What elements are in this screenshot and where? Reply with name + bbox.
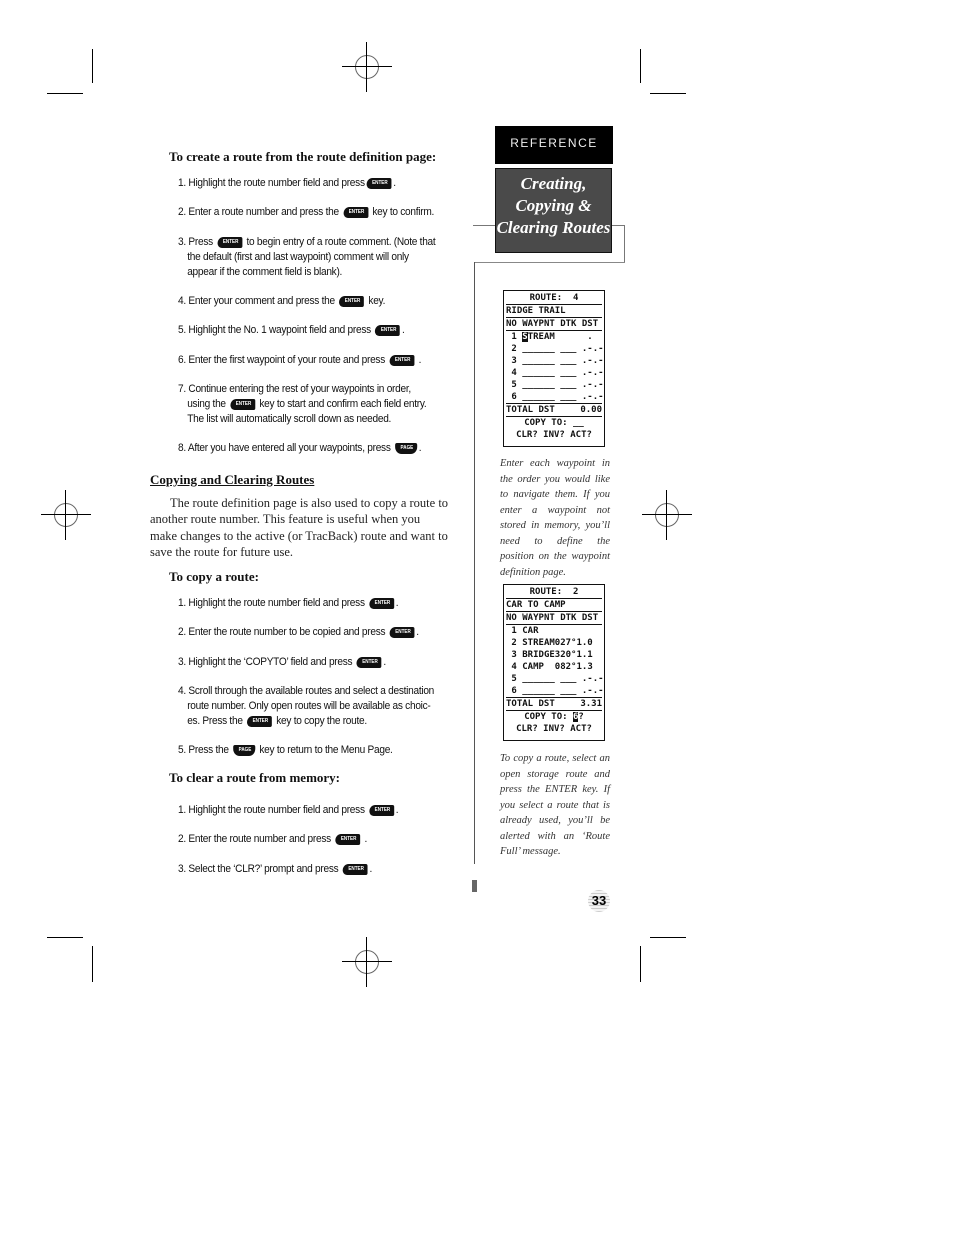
waypoint-row: 2 ______ ___ .-.-: [511, 344, 604, 354]
crop-mark: [640, 49, 641, 83]
gps-screen-route-2: ROUTE: 2 CAR TO CAMP NO WAYPNT DTK DST 1…: [503, 584, 605, 741]
crop-mark: [47, 93, 83, 94]
enter-key-icon: ENTER: [366, 177, 392, 189]
page-title-line: Creating,: [520, 174, 587, 193]
step-item: 1. Highlight the route number field and …: [178, 177, 396, 189]
waypoint-row: 1 CAR: [511, 626, 539, 636]
step-item: 3. Press ENTER to begin entry of a route…: [178, 236, 436, 278]
screen-title: ROUTE: 2: [506, 586, 602, 599]
enter-key-icon: ENTER: [230, 398, 255, 410]
step-item: 2. Enter the route number to be copied a…: [178, 626, 419, 638]
title-connector-bottom: [474, 262, 625, 263]
route-comment: CAR TO CAMP: [506, 599, 602, 612]
enter-key-icon: ENTER: [356, 656, 382, 668]
crop-mark: [650, 93, 686, 94]
enter-key-icon: ENTER: [369, 597, 394, 609]
waypoint-row: 3 ______ ___ .-.-: [511, 356, 604, 366]
step-item: 5. Highlight the No. 1 waypoint field an…: [178, 324, 405, 336]
crop-mark: [92, 946, 93, 982]
waypoint-row: 3 BRIDGE320°1.1: [511, 650, 593, 660]
section-heading: Copying and Clearing Routes: [150, 472, 315, 487]
registration-mark: [342, 42, 392, 92]
step-item: 1. Highlight the route number field and …: [178, 804, 399, 816]
screen-prompts: CLR? INV? ACT?: [516, 724, 592, 734]
create-route-heading: To create a route from the route definit…: [169, 149, 437, 164]
page-key-icon: PAGE: [395, 442, 417, 454]
column-headers: NO WAYPNT DTK DST: [506, 612, 602, 625]
enter-key-icon: ENTER: [375, 324, 401, 336]
waypoint-row: 6 ______ ___ .-.-: [506, 391, 604, 404]
copy-route-heading: To copy a route:: [169, 569, 259, 584]
page-number: 33: [588, 890, 610, 912]
screen2-caption: To copy a route, select an open storage …: [500, 753, 610, 857]
section-tab: REFERENCE: [495, 126, 613, 164]
enter-key-icon: ENTER: [342, 863, 368, 875]
screen1-caption: Enter each waypoint in the order you wou…: [500, 458, 610, 578]
registration-mark: [41, 490, 91, 540]
title-connector-left: [473, 225, 495, 226]
registration-mark: [642, 490, 692, 540]
section-paragraph: The route definition page is also used t…: [150, 496, 449, 559]
page-title-line: Copying &: [515, 196, 592, 215]
step-item: 5. Press the PAGE key to return to the M…: [178, 744, 393, 756]
enter-key-icon: ENTER: [343, 206, 368, 218]
gps-screen-route-4: ROUTE: 4 RIDGE TRAIL NO WAYPNT DTK DST 1…: [503, 290, 605, 447]
enter-key-icon: ENTER: [389, 354, 415, 366]
step-item: 2. Enter a route number and press the EN…: [178, 206, 435, 218]
route-comment: RIDGE TRAIL: [506, 305, 602, 318]
page-key-icon: PAGE: [233, 744, 255, 756]
step-item: 2. Enter the route number and press ENTE…: [178, 833, 368, 845]
waypoint-row: 4 ______ ___ .-.-: [511, 368, 604, 378]
clear-route-heading: To clear a route from memory:: [169, 770, 340, 785]
step-item: 1. Highlight the route number field and …: [178, 597, 399, 609]
enter-key-icon: ENTER: [369, 804, 394, 816]
crop-mark: [640, 946, 641, 982]
total-distance: TOTAL DST 0.00: [506, 405, 602, 417]
crop-mark: [650, 937, 686, 938]
waypoint-row: 5 ______ ___ .-.-: [511, 674, 604, 684]
step-item: 6. Enter the first waypoint of your rout…: [178, 354, 422, 366]
waypoint-row: 5 ______ ___ .-.-: [511, 380, 604, 390]
enter-key-icon: ENTER: [389, 626, 415, 638]
step-item: 3. Select the ‘CLR?’ prompt and press EN…: [178, 863, 372, 875]
waypoint-row: 4 CAMP 082°1.3: [511, 662, 593, 672]
step-item: 4. Scroll through the available routes a…: [178, 685, 435, 727]
registration-mark: [342, 937, 392, 987]
step-item: 4. Enter your comment and press the ENTE…: [178, 295, 386, 307]
enter-key-icon: ENTER: [247, 715, 272, 727]
page-title: Creating, Copying & Clearing Routes: [495, 168, 612, 253]
total-distance: TOTAL DST 3.31: [506, 699, 602, 711]
enter-key-icon: ENTER: [335, 833, 361, 845]
crop-mark: [92, 49, 93, 83]
step-item: 7. Continue entering the rest of your wa…: [178, 383, 427, 425]
step-item: 8. After you have entered all your waypo…: [178, 442, 422, 454]
copy-to-field: COPY TO: 6?: [524, 712, 584, 722]
title-connector-right: [612, 225, 625, 263]
copy-to-field: COPY TO: __: [524, 418, 584, 428]
step-item: 3. Highlight the ‘COPYTO’ field and pres…: [178, 656, 386, 668]
waypoint-row: 6 ______ ___ .-.-: [506, 685, 604, 698]
column-divider: [474, 262, 475, 864]
enter-key-icon: ENTER: [339, 295, 365, 307]
crop-mark: [47, 937, 83, 938]
column-headers: NO WAYPNT DTK DST: [506, 318, 602, 331]
enter-key-icon: ENTER: [217, 236, 243, 248]
screen-prompts: CLR? INV? ACT?: [516, 430, 592, 440]
page-title-line: Clearing Routes: [496, 218, 611, 237]
waypoint-row: 1 STREAM .: [511, 332, 604, 342]
column-divider-marker: [472, 880, 477, 892]
waypoint-row: 2 STREAM027°1.0: [511, 638, 593, 648]
screen-title: ROUTE: 4: [506, 292, 602, 305]
